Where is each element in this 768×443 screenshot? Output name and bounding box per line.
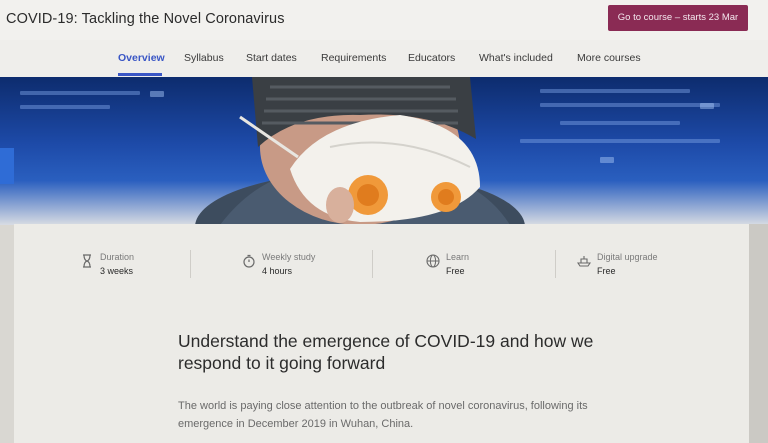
learn-value: Free <box>446 266 465 276</box>
tab-more-courses[interactable]: More courses <box>577 52 641 64</box>
tab-educators[interactable]: Educators <box>408 52 455 64</box>
go-to-course-button[interactable]: Go to course – starts 23 Mar <box>608 5 748 31</box>
tab-start-dates[interactable]: Start dates <box>246 52 297 64</box>
learn-label: Learn <box>446 252 470 262</box>
departure-board-row <box>20 105 110 109</box>
departure-board-row <box>540 89 690 93</box>
divider <box>190 250 191 278</box>
masked-person-illustration <box>195 77 525 225</box>
digital-upgrade-value: Free <box>597 266 616 276</box>
weekly-study-label: Weekly study <box>262 252 316 262</box>
tab-syllabus[interactable]: Syllabus <box>184 52 224 64</box>
departure-board-row <box>520 139 720 143</box>
hero-image <box>0 77 768 225</box>
tab-whats-included[interactable]: What's included <box>479 52 553 64</box>
decorative-strip <box>0 148 14 184</box>
globe-icon <box>426 254 440 268</box>
intro-paragraph: The world is paying close attention to t… <box>178 400 588 430</box>
divider <box>372 250 373 278</box>
departure-board-row <box>560 121 680 125</box>
ship-icon <box>577 256 591 267</box>
hourglass-icon <box>83 254 91 268</box>
tab-overview[interactable]: Overview <box>118 52 165 64</box>
page-headline: Understand the emergence of COVID-19 and… <box>178 331 594 373</box>
active-tab-indicator <box>118 73 162 76</box>
departure-board-mark <box>700 103 714 109</box>
page-edge <box>749 224 768 443</box>
departure-board-row <box>540 103 720 107</box>
course-intro: Understand the emergence of COVID-19 and… <box>14 294 749 443</box>
departure-board-row <box>20 91 140 95</box>
course-facts: Duration 3 weeks Weekly study 4 hours Le… <box>14 224 749 294</box>
top-header: COVID-19: Tackling the Novel Coronavirus… <box>0 0 768 40</box>
tab-requirements[interactable]: Requirements <box>321 52 386 64</box>
course-nav: Overview Syllabus Start dates Requiremen… <box>0 40 768 78</box>
weekly-study-value: 4 hours <box>262 266 293 276</box>
divider <box>555 250 556 278</box>
course-title: COVID-19: Tackling the Novel Coronavirus <box>6 11 285 27</box>
duration-label: Duration <box>100 252 135 262</box>
departure-board-mark <box>600 157 614 163</box>
duration-value: 3 weeks <box>100 266 134 276</box>
stopwatch-icon <box>243 254 255 268</box>
departure-board-mark <box>150 91 164 97</box>
digital-upgrade-label: Digital upgrade <box>597 252 658 262</box>
